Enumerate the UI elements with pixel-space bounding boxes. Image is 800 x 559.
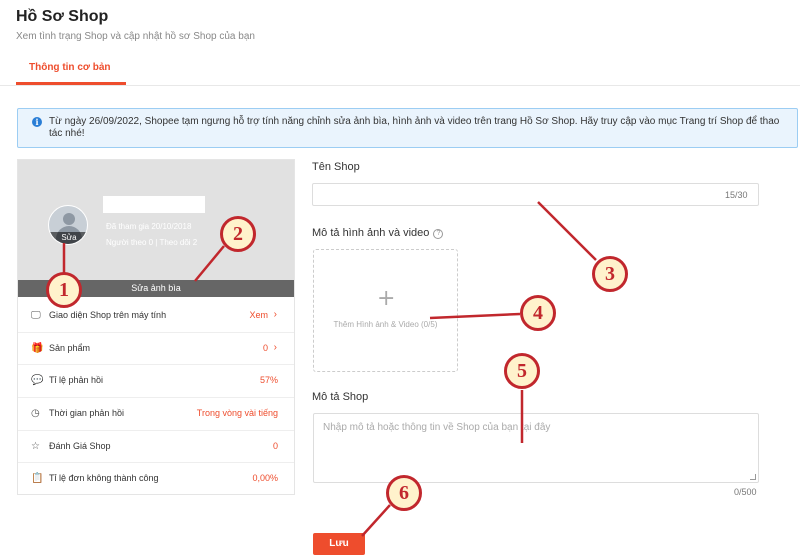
annotation-line-3 [537,201,597,261]
description-label: Mô tả Shop [312,391,369,403]
media-label-text: Mô tả hình ảnh và video [312,227,430,239]
stat-label: Tỉ lệ đơn không thành công [49,473,159,484]
shop-name-input[interactable] [312,183,759,206]
annotation-line-6 [361,504,391,537]
avatar-head [63,213,75,225]
stat-label: Thời gian phản hồi [49,408,124,419]
stat-list: 🖵 Giao diện Shop trên máy tính Xem › 🎁 S… [18,300,294,496]
save-button[interactable]: Lưu [313,533,365,555]
annotation-badge-6: 6 [386,475,422,511]
box-icon: 🎁 [31,342,44,354]
resize-handle[interactable] [750,474,756,480]
annotation-badge-3: 3 [592,256,628,292]
help-icon[interactable]: ? [433,229,444,239]
annotation-badge-1: 1 [46,272,82,308]
description-counter: 0/500 [734,487,757,497]
tab-basic-info[interactable]: Thông tin cơ bản [29,62,111,73]
clock-icon: ◷ [31,408,40,420]
stat-row-products[interactable]: 🎁 Sản phẩm 0 › [18,333,294,366]
stat-row-response-rate: 💬 Tỉ lệ phản hồi 57% [18,365,294,399]
stat-value: 0 [272,440,278,451]
profile-card: Sửa Đã tham gia 20/10/2018 Người theo 0 … [17,159,295,495]
info-icon: i [32,117,42,127]
join-date: Đã tham gia 20/10/2018 [106,222,192,231]
plus-icon: + [377,286,396,311]
media-uploader[interactable]: + Thêm Hình ảnh & Video (0/5) [313,249,458,372]
stat-value: 57% [259,375,278,386]
tab-divider [0,85,800,86]
stat-label: Sản phẩm [49,342,91,353]
avatar[interactable]: Sửa [48,205,88,245]
stat-label: Giao diện Shop trên máy tính [49,310,167,320]
stat-value[interactable]: Xem [249,310,268,320]
annotation-badge-2: 2 [220,216,256,252]
annotation-badge-5: 5 [504,353,540,389]
stat-value[interactable]: 0 [263,343,268,353]
description-placeholder: Nhập mô tả hoặc thông tin về Shop của bạ… [323,422,551,433]
stat-row-shop-rating: ☆ Đánh Giá Shop 0 [18,431,294,464]
media-label: Mô tả hình ảnh và video? [312,227,444,239]
notice-banner: i Từ ngày 26/09/2022, Shopee tạm ngưng h… [17,108,798,148]
page-title: Hồ Sơ Shop [16,8,109,25]
chat-icon: 💬 [31,375,44,387]
stat-value: Trong vòng vài tiếng [196,408,278,419]
upload-label: Thêm Hình ảnh & Video (0/5) [333,320,438,329]
follow-stats: Người theo 0 | Theo dõi 2 [106,238,198,247]
stat-row-response-time: ◷ Thời gian phản hồi Trong vòng vài tiến… [18,398,294,431]
clipboard-icon: 📋 [31,473,44,485]
shop-name-placeholder [103,196,205,213]
shop-name-counter: 15/30 [725,190,748,200]
star-icon: ☆ [31,440,40,452]
annotation-badge-4: 4 [520,295,556,331]
cover-image: Sửa Đã tham gia 20/10/2018 Người theo 0 … [18,160,294,280]
stat-row-failed-orders[interactable]: 📋 Tỉ lệ đơn không thành công 0,00% [18,463,294,496]
stat-value[interactable]: 0,00% [252,473,278,483]
page-subtitle: Xem tình trạng Shop và cập nhật hồ sơ Sh… [16,31,255,42]
notice-text: Từ ngày 26/09/2022, Shopee tạm ngưng hỗ … [49,116,780,139]
stat-label: Tỉ lệ phản hồi [49,375,104,386]
chevron-right-icon: › [273,309,277,320]
monitor-icon: 🖵 [31,310,41,321]
description-textarea[interactable]: Nhập mô tả hoặc thông tin về Shop của bạ… [313,413,759,483]
chevron-right-icon: › [273,341,277,353]
shop-name-label: Tên Shop [312,161,360,173]
avatar-edit-button[interactable]: Sửa [49,232,87,244]
stat-label: Đánh Giá Shop [49,440,111,451]
